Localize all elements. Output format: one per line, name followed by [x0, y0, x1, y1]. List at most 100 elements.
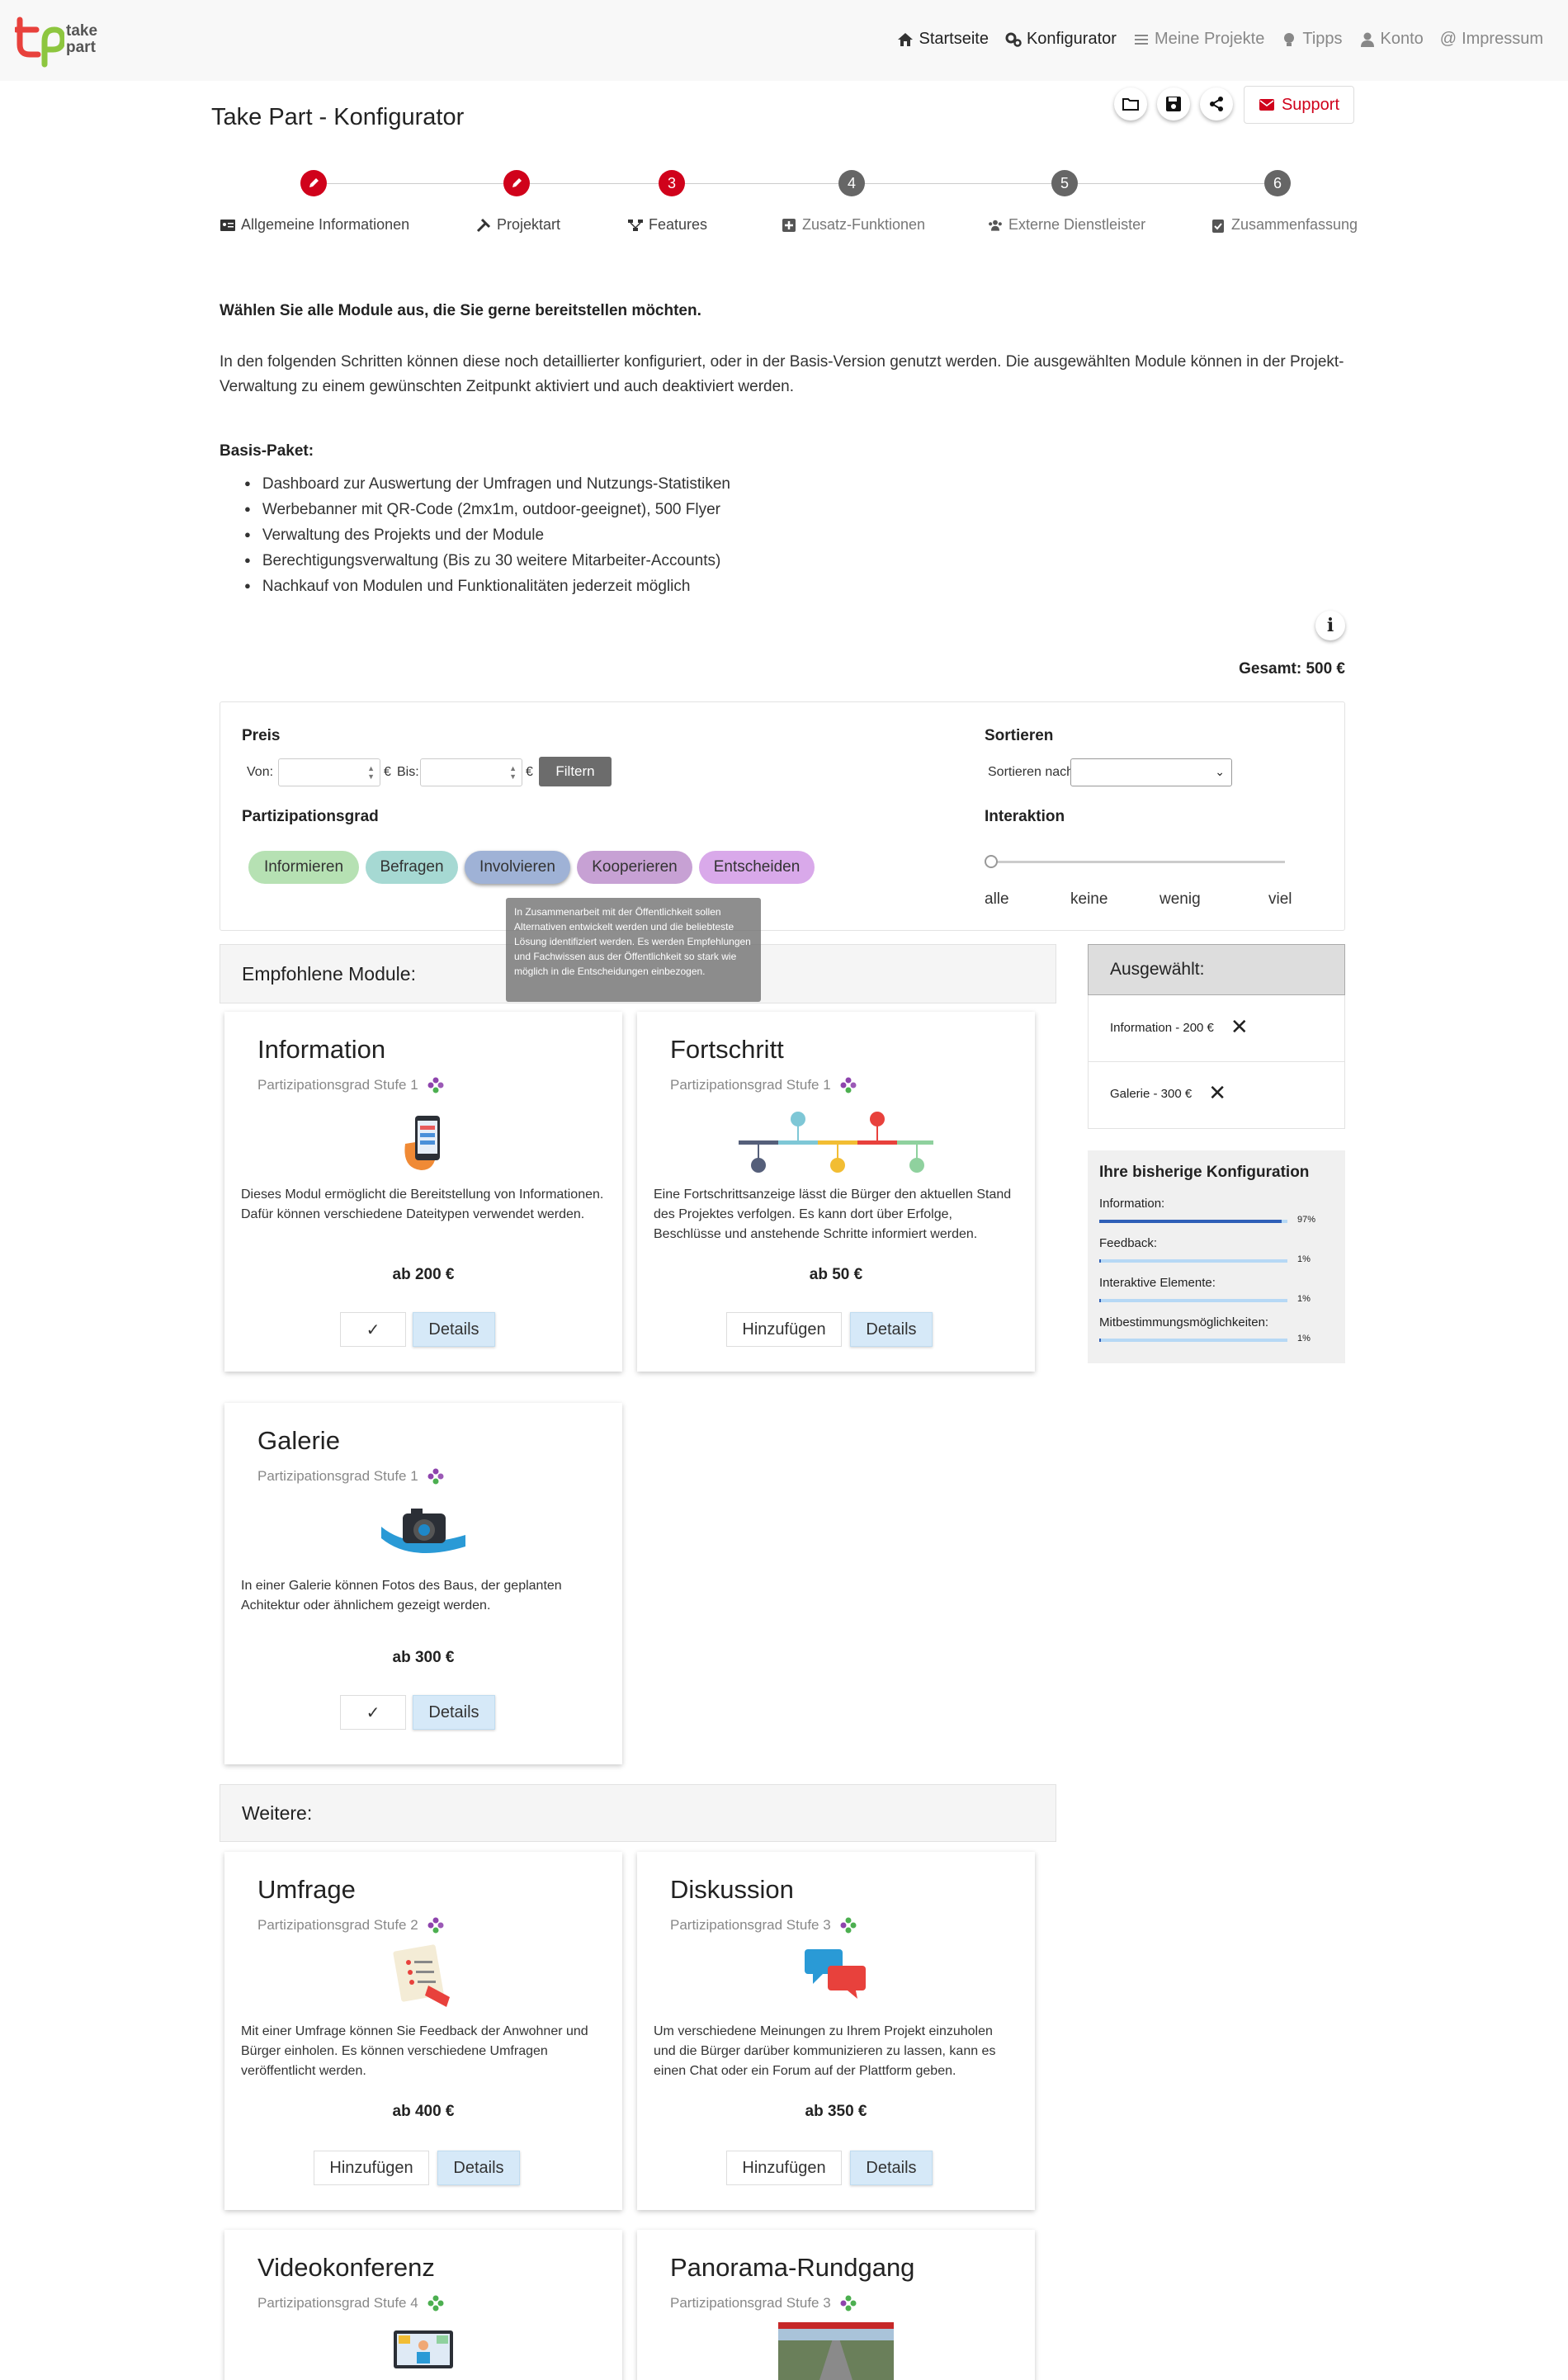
interaktion-slider-track[interactable] [988, 861, 1285, 863]
add-button[interactable]: Hinzufügen [726, 2151, 842, 2185]
selected-item-label: Galerie - 300 € [1110, 1086, 1193, 1101]
nav-konfigurator[interactable]: Konfigurator [1005, 30, 1117, 49]
info-button[interactable]: i [1315, 611, 1345, 640]
step-connector [685, 183, 838, 184]
card-description: Dieses Modul ermöglicht die Bereitstellu… [241, 1188, 604, 1221]
nav-startseite[interactable]: Startseite [897, 30, 989, 49]
step-5-circle[interactable]: 5 [1051, 170, 1078, 196]
step-3-label[interactable]: Features [627, 216, 707, 234]
step-connector [865, 183, 1051, 184]
card-description: In einer Galerie können Fotos des Baus, … [241, 1579, 562, 1613]
step-1-circle[interactable] [300, 170, 327, 196]
section-weitere: Weitere: [220, 1784, 1056, 1842]
lightbulb-icon [1284, 32, 1295, 46]
pill-kooperieren[interactable]: Kooperieren [577, 851, 692, 884]
list-item: Werbebanner mit QR-Code (2mx1m, outdoor-… [244, 498, 730, 523]
card-stufe-text: Partizipationsgrad Stufe 1 [257, 1468, 418, 1484]
selected-check-button[interactable]: ✓ [340, 1695, 406, 1730]
participation-dots-icon [427, 1077, 444, 1093]
pill-informieren[interactable]: Informieren [248, 851, 359, 884]
card-title: Videokonferenz [257, 2253, 435, 2282]
card-price: ab 400 € [392, 2103, 455, 2120]
card-stufe-text: Partizipationsgrad Stufe 4 [257, 2295, 418, 2311]
spin-arrows-icon[interactable]: ▲ ▼ [509, 764, 517, 781]
clipboard-check-icon [1212, 219, 1224, 233]
step-4-label[interactable]: Zusatz-Funktionen [781, 216, 925, 234]
card-stufe: Partizipationsgrad Stufe 4 [257, 2294, 445, 2312]
chevron-down-icon: ⌄ [1215, 765, 1225, 778]
details-button[interactable]: Details [850, 2151, 933, 2185]
card-stufe: Partizipationsgrad Stufe 3 [670, 2294, 857, 2312]
step-3-circle[interactable]: 3 [659, 170, 685, 196]
total-price: Gesamt: 500 € [1239, 660, 1345, 678]
details-button[interactable]: Details [413, 1312, 495, 1347]
price-from-input[interactable]: ▲ ▼ [278, 758, 380, 786]
intro-text: In den folgenden Schritten können diese … [220, 353, 1344, 395]
timeline-illustration [637, 1107, 1035, 1177]
home-icon [898, 32, 914, 46]
preis-label: Preis [242, 727, 281, 744]
card-description: Eine Fortschrittsanzeige lässt die Bürge… [654, 1188, 1012, 1241]
details-button[interactable]: Details [437, 2151, 520, 2185]
module-card-videokonferenz: Videokonferenz Partizipationsgrad Stufe … [224, 2230, 622, 2380]
konf-pct: 1% [1297, 1334, 1311, 1343]
participation-dots-icon [427, 1917, 444, 1934]
open-folder-button[interactable] [1114, 87, 1147, 120]
step-2-circle[interactable] [503, 170, 530, 196]
module-card-panorama: Panorama-Rundgang Partizipationsgrad Stu… [637, 2230, 1035, 2380]
nav-meine-projekte[interactable]: Meine Projekte [1133, 30, 1264, 49]
konf-progress [1099, 1259, 1287, 1263]
bis-label: Bis: [397, 765, 419, 779]
support-button[interactable]: Support [1244, 86, 1354, 124]
sitemap-icon [628, 219, 643, 231]
list-icon [1134, 34, 1148, 45]
remove-icon[interactable]: ✕ [1208, 1081, 1226, 1106]
pill-entscheiden[interactable]: Entscheiden [699, 851, 815, 884]
price-to-input[interactable]: ▲ ▼ [420, 758, 522, 786]
basis-title: Basis-Paket: [220, 442, 314, 460]
takepart-logo[interactable]: take part [13, 17, 106, 69]
details-button[interactable]: Details [413, 1695, 495, 1730]
pencil-icon [512, 178, 522, 187]
pill-involvieren[interactable]: Involvieren [465, 851, 570, 884]
sort-select[interactable]: ⌄ [1070, 758, 1232, 786]
save-button[interactable] [1157, 87, 1190, 120]
step-6-circle[interactable]: 6 [1264, 170, 1291, 196]
card-price: ab 350 € [805, 2103, 867, 2120]
step-4-circle[interactable]: 4 [838, 170, 865, 196]
remove-icon[interactable]: ✕ [1230, 1015, 1249, 1040]
chat-bubbles-illustration [637, 1948, 1035, 2000]
spin-arrows-icon[interactable]: ▲ ▼ [367, 764, 375, 781]
nav-tipps[interactable]: Tipps [1281, 30, 1343, 49]
step-6-label[interactable]: Zusammenfassung [1210, 216, 1358, 234]
details-button[interactable]: Details [850, 1312, 933, 1347]
plus-square-icon [782, 218, 796, 232]
module-card-information: Information Partizipationsgrad Stufe 1 D… [224, 1012, 622, 1372]
add-button[interactable]: Hinzufügen [314, 2151, 429, 2185]
page-title: Take Part - Konfigurator [211, 104, 465, 130]
konf-progress-fill [1099, 1259, 1102, 1263]
step-1-label[interactable]: Allgemeine Informationen [220, 216, 409, 234]
selected-check-button[interactable]: ✓ [340, 1312, 406, 1347]
nav-label: Konto [1380, 30, 1424, 48]
save-icon [1166, 97, 1181, 111]
step-2-label[interactable]: Projektart [475, 216, 560, 234]
currency-symbol: € [384, 765, 391, 779]
card-stufe-text: Partizipationsgrad Stufe 1 [257, 1077, 418, 1093]
survey-illustration [224, 1944, 622, 2010]
list-item: Verwaltung des Projekts und der Module [244, 523, 730, 549]
module-card-diskussion: Diskussion Partizipationsgrad Stufe 3 Um… [637, 1852, 1035, 2210]
card-price: ab 200 € [392, 1266, 455, 1283]
pill-befragen[interactable]: Befragen [366, 851, 458, 884]
selected-header: Ausgewählt: [1088, 944, 1345, 995]
list-item: Dashboard zur Auswertung der Umfragen un… [244, 472, 730, 498]
step-5-label[interactable]: Externe Dienstleister [987, 216, 1145, 234]
share-button[interactable] [1200, 87, 1233, 120]
nav-label: Konfigurator [1026, 30, 1117, 48]
filter-button[interactable]: Filtern [539, 757, 612, 786]
interaktion-slider-handle[interactable] [985, 855, 998, 868]
nav-konto[interactable]: Konto [1359, 30, 1424, 49]
card-stufe: Partizipationsgrad Stufe 3 [670, 1916, 857, 1934]
add-button[interactable]: Hinzufügen [726, 1312, 842, 1347]
nav-impressum[interactable]: @ Impressum [1440, 30, 1543, 49]
